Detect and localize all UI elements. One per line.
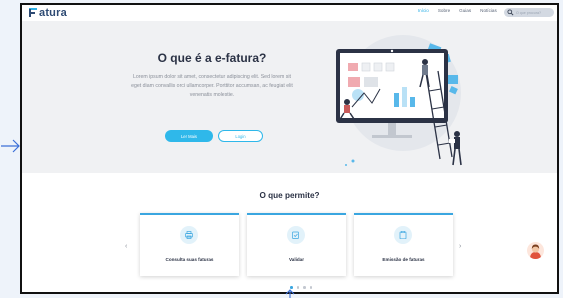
carousel-dot[interactable] xyxy=(309,286,312,289)
edit-check-icon xyxy=(287,226,305,244)
nav-link-noticias[interactable]: Notícias xyxy=(480,8,497,13)
left-arrow-annotation-icon xyxy=(1,139,20,153)
logo-mark-icon xyxy=(29,8,37,17)
nav-links: Início Sobre Guias Notícias Login xyxy=(418,8,517,13)
search-icon xyxy=(507,9,514,16)
feature-card-label: Validar xyxy=(288,257,305,262)
features-carousel: Consulta suas faturas Validar Emissão de… xyxy=(140,213,453,276)
logo[interactable]: atura xyxy=(28,6,67,19)
feature-card-consulta[interactable]: Consulta suas faturas xyxy=(140,213,239,276)
logo-text: atura xyxy=(39,6,67,19)
search-input[interactable]: O que procura? xyxy=(504,8,554,17)
carousel-dot[interactable] xyxy=(303,286,306,289)
top-navbar: atura Início Sobre Guias Notícias Login … xyxy=(22,5,557,21)
printer-icon xyxy=(180,226,198,244)
carousel-prev-icon[interactable]: ‹ xyxy=(125,243,127,250)
feature-card-emissao[interactable]: Emissão de faturas xyxy=(354,213,453,276)
assistant-avatar-icon xyxy=(530,244,541,259)
chat-assistant-avatar[interactable] xyxy=(527,242,544,259)
clipboard-icon xyxy=(394,226,412,244)
feature-card-label: Consulta suas faturas xyxy=(165,257,214,262)
carousel-dot[interactable] xyxy=(296,286,299,289)
feature-card-validar[interactable]: Validar xyxy=(247,213,346,276)
login-button[interactable]: Login xyxy=(218,130,263,142)
hero-title: O que é a e-fatura? xyxy=(157,51,267,65)
hero-illustration xyxy=(336,35,462,166)
hero-section: O que é a e-fatura? Lorem ipsum dolor si… xyxy=(22,21,557,173)
features-title: O que permite? xyxy=(259,191,320,200)
search-placeholder: O que procura? xyxy=(516,10,541,15)
nav-link-inicio[interactable]: Início xyxy=(418,8,429,13)
read-more-button[interactable]: Ler Mais xyxy=(165,130,213,142)
nav-link-guias[interactable]: Guias xyxy=(459,8,471,13)
bottom-arrow-annotation-icon xyxy=(285,289,295,298)
hero-description: Lorem ipsum dolor sit amet, consectetur … xyxy=(131,74,293,98)
feature-card-label: Emissão de faturas xyxy=(382,257,425,262)
carousel-next-icon[interactable]: › xyxy=(459,243,461,250)
browser-viewport: atura Início Sobre Guias Notícias Login … xyxy=(20,3,559,294)
nav-link-sobre[interactable]: Sobre xyxy=(438,8,450,13)
